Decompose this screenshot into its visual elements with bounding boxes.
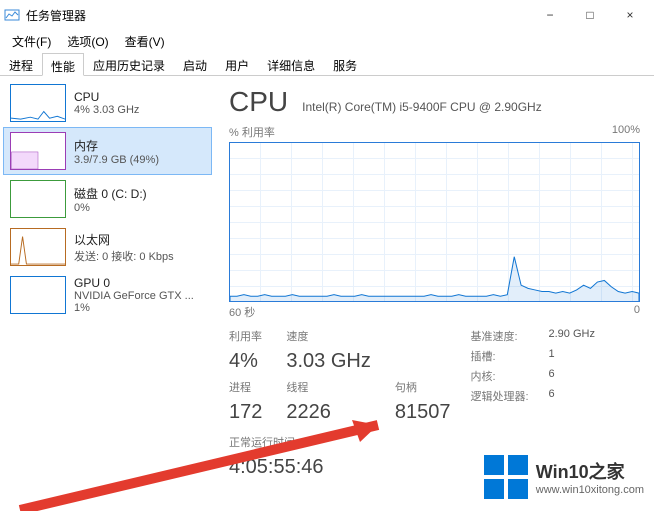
cpu-model: Intel(R) Core(TM) i5-9400F CPU @ 2.90GHz [302,100,542,114]
tab-processes[interactable]: 进程 [0,52,42,75]
sidebar-item-gpu[interactable]: GPU 0 NVIDIA GeForce GTX ... 1% [4,272,211,318]
cores-value: 6 [548,368,554,384]
tab-details[interactable]: 详细信息 [258,52,324,75]
sockets-value: 1 [548,348,554,364]
sidebar-memory-detail: 3.9/7.9 GB (49%) [74,154,159,166]
cpu-usage-chart [229,142,640,302]
performance-sidebar: CPU 4% 3.03 GHz 内存 3.9/7.9 GB (49%) 磁盘 0… [0,76,215,511]
menu-bar: 文件(F) 选项(O) 查看(V) [0,30,654,52]
sidebar-item-disk[interactable]: 磁盘 0 (C: D:) 0% [4,176,211,222]
sidebar-gpu-label: GPU 0 [74,276,194,290]
uptime-value: 4:05:55:46 [229,456,450,479]
speed-value: 3.03 GHz [286,350,370,373]
app-icon [4,7,20,23]
watermark-url: www.win10xitong.com [536,484,644,496]
title-bar: 任务管理器 − □ × [0,0,654,30]
menu-file[interactable]: 文件(F) [6,31,57,52]
sidebar-disk-label: 磁盘 0 (C: D:) [74,185,147,202]
close-button[interactable]: × [610,0,650,30]
sidebar-item-cpu[interactable]: CPU 4% 3.03 GHz [4,80,211,126]
watermark: Win10之家 www.win10xitong.com [484,455,644,499]
memory-thumbnail [10,132,66,170]
handle-value: 81507 [395,401,451,424]
maximize-button[interactable]: □ [570,0,610,30]
tab-services[interactable]: 服务 [324,52,366,75]
cores-label: 内核: [470,368,538,384]
gpu-thumbnail [10,276,66,314]
logical-value: 6 [548,388,554,404]
proc-value: 172 [229,401,262,424]
logical-label: 逻辑处理器: [470,388,538,404]
chart-y-label: % 利用率 [229,124,275,140]
base-speed-label: 基准速度: [470,328,538,344]
sidebar-item-memory[interactable]: 内存 3.9/7.9 GB (49%) [4,128,211,174]
sidebar-memory-label: 内存 [74,137,159,154]
thread-value: 2226 [286,401,370,424]
sidebar-ethernet-label: 以太网 [74,231,174,248]
windows-logo-icon [484,455,528,499]
tab-users[interactable]: 用户 [216,52,258,75]
uptime-label: 正常运行时间 [229,434,450,450]
disk-thumbnail [10,180,66,218]
cpu-title: CPU [229,86,288,118]
sockets-label: 插槽: [470,348,538,364]
base-speed-value: 2.90 GHz [548,328,594,344]
util-value: 4% [229,350,262,373]
chart-x-label: 60 秒 [229,304,255,320]
watermark-brand: Win10之家 [536,458,644,484]
menu-options[interactable]: 选项(O) [61,31,114,52]
proc-label: 进程 [229,379,262,395]
thread-label: 线程 [286,379,370,395]
sidebar-item-ethernet[interactable]: 以太网 发送: 0 接收: 0 Kbps [4,224,211,270]
window-title: 任务管理器 [26,7,530,24]
tab-performance[interactable]: 性能 [42,53,84,76]
sidebar-disk-detail: 0% [74,202,147,214]
menu-view[interactable]: 查看(V) [119,31,171,52]
cpu-thumbnail [10,84,66,122]
tab-strip: 进程 性能 应用历史记录 启动 用户 详细信息 服务 [0,52,654,76]
sidebar-cpu-detail: 4% 3.03 GHz [74,104,139,116]
sidebar-gpu-extra: 1% [74,302,194,314]
sidebar-ethernet-detail: 发送: 0 接收: 0 Kbps [74,248,174,264]
speed-label: 速度 [286,328,370,344]
minimize-button[interactable]: − [530,0,570,30]
util-label: 利用率 [229,328,262,344]
sidebar-cpu-label: CPU [74,90,139,104]
handle-label: 句柄 [395,379,451,395]
tab-startup[interactable]: 启动 [174,52,216,75]
chart-x-right: 0 [634,304,640,320]
ethernet-thumbnail [10,228,66,266]
sidebar-gpu-detail: NVIDIA GeForce GTX ... [74,290,194,302]
chart-y-max: 100% [612,124,640,140]
tab-app-history[interactable]: 应用历史记录 [84,52,174,75]
cpu-detail-panel: CPU Intel(R) Core(TM) i5-9400F CPU @ 2.9… [215,76,654,511]
